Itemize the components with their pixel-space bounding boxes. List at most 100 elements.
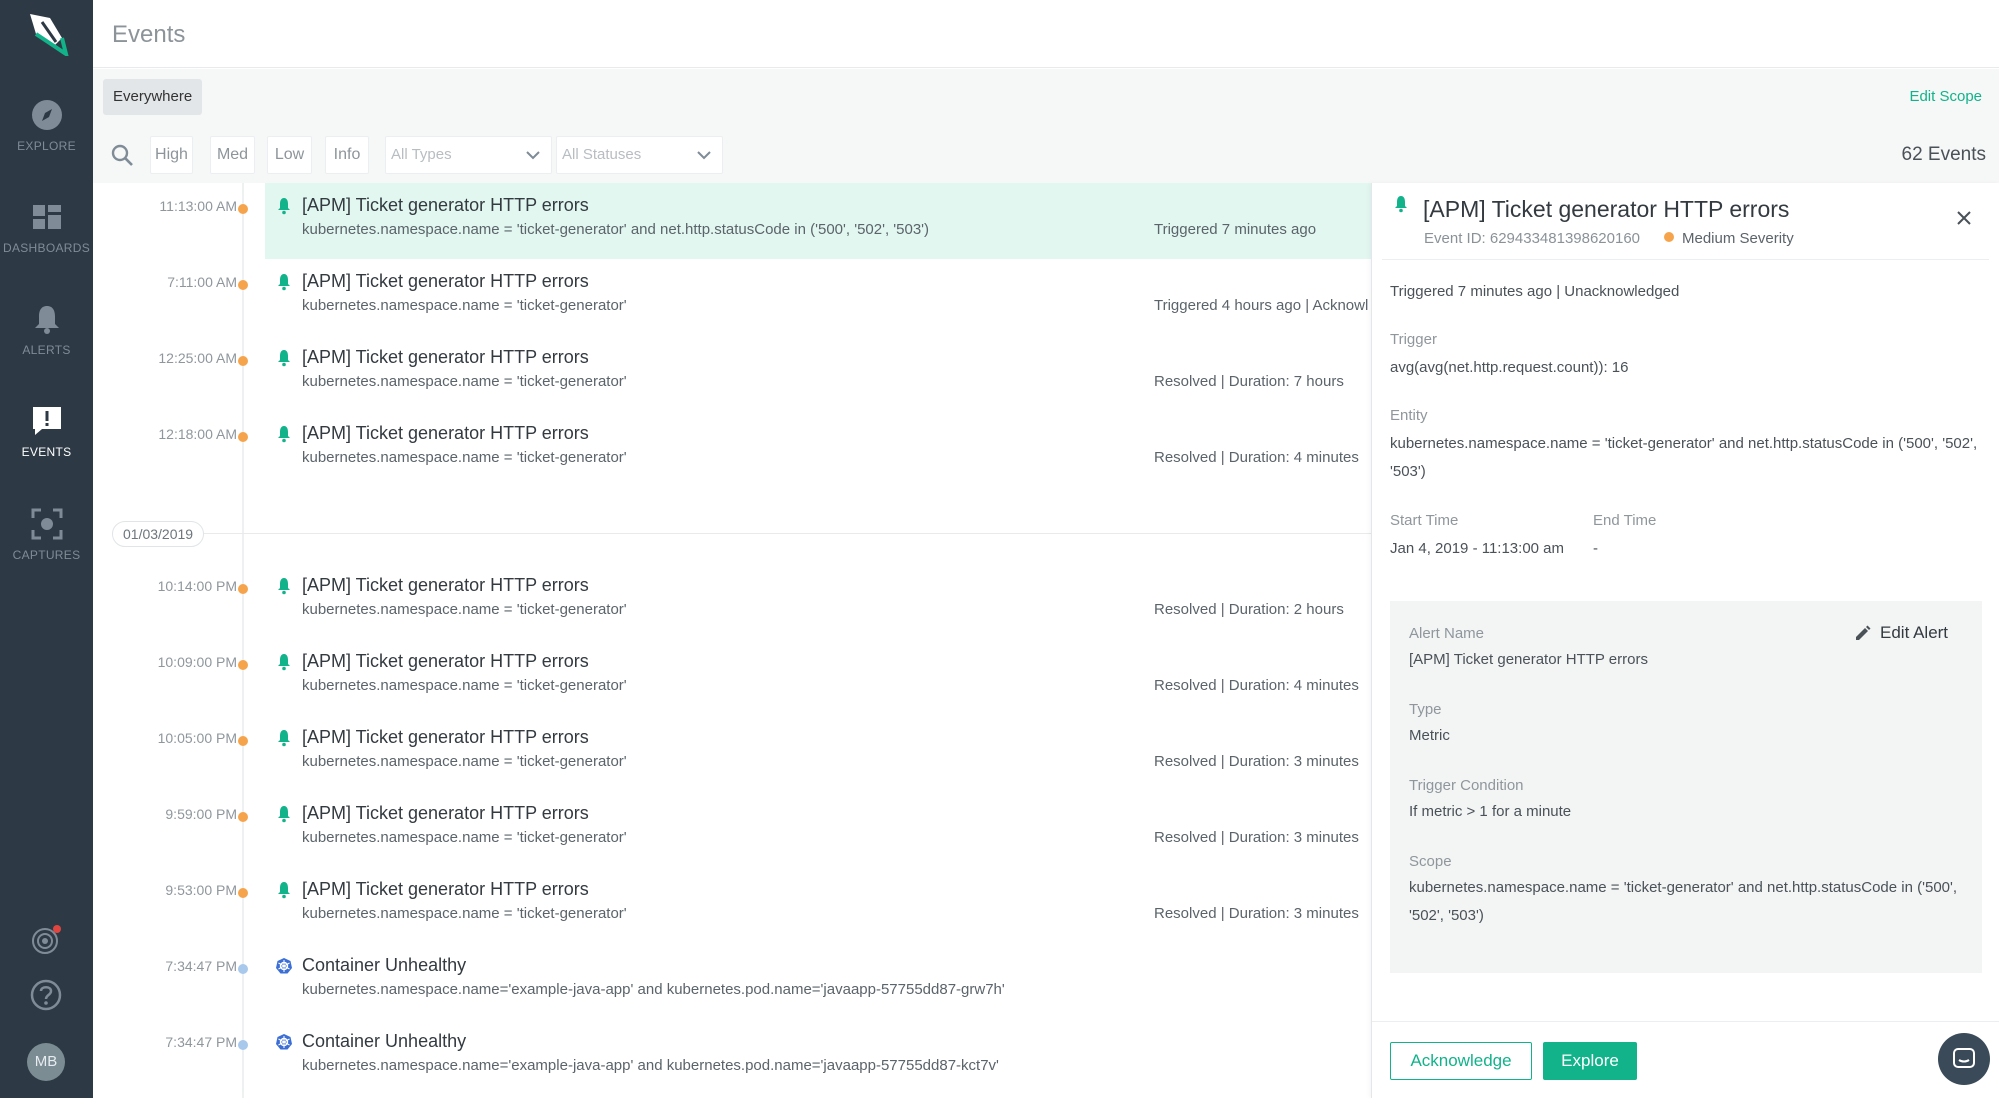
- event-time: 10:09:00 PM: [157, 654, 237, 670]
- nav-alerts-label: ALERTS: [22, 343, 71, 357]
- explore-button[interactable]: Explore: [1543, 1042, 1637, 1080]
- types-select[interactable]: All Types: [385, 136, 552, 174]
- edit-alert-button[interactable]: Edit Alert: [1856, 623, 1948, 643]
- event-time: 10:14:00 PM: [157, 578, 237, 594]
- detail-title: [APM] Ticket generator HTTP errors: [1423, 196, 1790, 222]
- event-row[interactable]: 7:34:47 PM Container Unhealthy kubernete…: [93, 943, 1371, 1019]
- scope-value: kubernetes.namespace.name = 'ticket-gene…: [1409, 879, 1958, 924]
- severity-dot: [238, 888, 248, 898]
- nav-alerts[interactable]: ALERTS: [0, 302, 93, 382]
- events-icon: [32, 407, 61, 435]
- detail-summary: Triggered 7 minutes ago | Unacknowledged: [1390, 283, 1680, 300]
- edit-scope-link[interactable]: Edit Scope: [1909, 88, 1982, 105]
- acknowledge-button[interactable]: Acknowledge: [1390, 1042, 1532, 1080]
- event-row[interactable]: 10:05:00 PM [APM] Ticket generator HTTP …: [93, 715, 1371, 791]
- event-row[interactable]: 12:18:00 AM [APM] Ticket generator HTTP …: [93, 411, 1371, 487]
- event-status: Resolved | Duration: 2 hours: [1154, 601, 1344, 618]
- event-title: [APM] Ticket generator HTTP errors: [302, 271, 589, 291]
- event-time: 7:34:47 PM: [165, 958, 237, 974]
- notifications-icon[interactable]: [28, 922, 64, 958]
- event-description: kubernetes.namespace.name = 'ticket-gene…: [302, 373, 627, 390]
- trigger-condition-label: Trigger Condition: [1409, 777, 1524, 794]
- nav-explore[interactable]: EXPLORE: [0, 98, 93, 178]
- event-detail-panel: [APM] Ticket generator HTTP errors Event…: [1371, 183, 1999, 1098]
- start-time-label: Start Time: [1390, 512, 1459, 529]
- logo-icon[interactable]: [22, 12, 72, 56]
- event-row[interactable]: 11:13:00 AM [APM] Ticket generator HTTP …: [93, 183, 1371, 259]
- bell-icon: [278, 198, 290, 215]
- filter-high-button[interactable]: High: [150, 136, 193, 174]
- nav-events[interactable]: EVENTS: [0, 404, 93, 484]
- alert-name-label: Alert Name: [1409, 625, 1485, 642]
- severity-dot: [238, 964, 248, 974]
- event-status: Triggered 7 minutes ago: [1154, 221, 1317, 238]
- search-icon[interactable]: [110, 143, 134, 167]
- nav-dashboards[interactable]: DASHBOARDS: [0, 200, 93, 280]
- severity-dot: [238, 356, 248, 366]
- bell-icon: [1395, 196, 1407, 213]
- entity-label: Entity: [1390, 407, 1428, 424]
- filter-low-button[interactable]: Low: [267, 136, 312, 174]
- nav-explore-label: EXPLORE: [17, 139, 76, 153]
- bell-icon: [278, 578, 290, 595]
- event-row[interactable]: 9:53:00 PM [APM] Ticket generator HTTP e…: [93, 867, 1371, 943]
- chat-launcher[interactable]: [1938, 1033, 1990, 1085]
- event-description: kubernetes.namespace.name = 'ticket-gene…: [302, 449, 627, 466]
- scope-bar: Everywhere Edit Scope: [93, 69, 1999, 127]
- avatar[interactable]: MB: [27, 1043, 65, 1081]
- event-time: 11:13:00 AM: [159, 198, 237, 214]
- event-row[interactable]: 12:25:00 AM [APM] Ticket generator HTTP …: [93, 335, 1371, 411]
- event-row[interactable]: 10:09:00 PM [APM] Ticket generator HTTP …: [93, 639, 1371, 715]
- event-row[interactable]: 9:59:00 PM [APM] Ticket generator HTTP e…: [93, 791, 1371, 867]
- help-icon[interactable]: [28, 977, 64, 1013]
- event-status: Triggered 4 hours ago | Acknowl: [1154, 297, 1369, 314]
- start-time-value: Jan 4, 2019 - 11:13:00 am: [1390, 540, 1565, 557]
- bell-icon: [278, 350, 290, 367]
- nav-dashboards-label: DASHBOARDS: [2, 241, 91, 255]
- bell-icon: [278, 274, 290, 291]
- statuses-select-value: All Statuses: [562, 146, 642, 163]
- event-row[interactable]: 10:14:00 PM [APM] Ticket generator HTTP …: [93, 563, 1371, 639]
- severity-label: Medium Severity: [1682, 230, 1794, 247]
- chat-icon: [1953, 1048, 1975, 1068]
- event-status: Resolved | Duration: 3 minutes: [1154, 829, 1359, 846]
- scope-chip[interactable]: Everywhere: [103, 79, 203, 115]
- filter-info-button[interactable]: Info: [325, 136, 369, 174]
- event-description: kubernetes.namespace.name = 'ticket-gene…: [302, 905, 627, 922]
- event-description: kubernetes.namespace.name = 'ticket-gene…: [302, 297, 627, 314]
- nav-captures[interactable]: CAPTURES: [0, 507, 93, 587]
- event-status: Resolved | Duration: 4 minutes: [1154, 677, 1359, 694]
- bell-icon: [34, 306, 59, 334]
- kubernetes-icon: [276, 958, 292, 974]
- event-time: 7:11:00 AM: [167, 274, 237, 290]
- severity-dot: [238, 432, 248, 442]
- bell-icon: [278, 730, 290, 747]
- event-time: 9:59:00 PM: [165, 806, 237, 822]
- severity-dot: [238, 1040, 248, 1050]
- event-time: 12:25:00 AM: [158, 350, 237, 366]
- bell-icon: [278, 806, 290, 823]
- close-icon[interactable]: [1956, 210, 1972, 226]
- page-title: Events: [112, 21, 186, 48]
- chevron-down-icon: [697, 151, 711, 160]
- alert-definition-box: Edit Alert Alert Name [APM] Ticket gener…: [1390, 601, 1982, 973]
- severity-dot: [238, 584, 248, 594]
- filter-bar: High Med Low Info All Types All Statuses…: [93, 127, 1999, 183]
- event-row[interactable]: 7:11:00 AM [APM] Ticket generator HTTP e…: [93, 259, 1371, 335]
- severity-dot: [238, 204, 248, 214]
- bell-icon: [278, 426, 290, 443]
- pencil-icon: [1856, 625, 1871, 640]
- event-title: [APM] Ticket generator HTTP errors: [302, 651, 589, 671]
- event-list: 11:13:00 AM [APM] Ticket generator HTTP …: [93, 183, 1371, 1098]
- event-title: [APM] Ticket generator HTTP errors: [302, 423, 589, 443]
- event-time: 7:34:47 PM: [165, 1034, 237, 1050]
- event-description: kubernetes.namespace.name='example-java-…: [302, 1057, 999, 1074]
- alert-name-value: [APM] Ticket generator HTTP errors: [1409, 651, 1648, 668]
- nav-captures-label: CAPTURES: [12, 548, 81, 562]
- nav-events-label: EVENTS: [21, 445, 72, 459]
- event-row[interactable]: 7:34:47 PM Container Unhealthy kubernete…: [93, 1019, 1371, 1095]
- event-status: Resolved | Duration: 7 hours: [1154, 373, 1344, 390]
- severity-dot: [238, 812, 248, 822]
- statuses-select[interactable]: All Statuses: [556, 136, 723, 174]
- filter-med-button[interactable]: Med: [210, 136, 255, 174]
